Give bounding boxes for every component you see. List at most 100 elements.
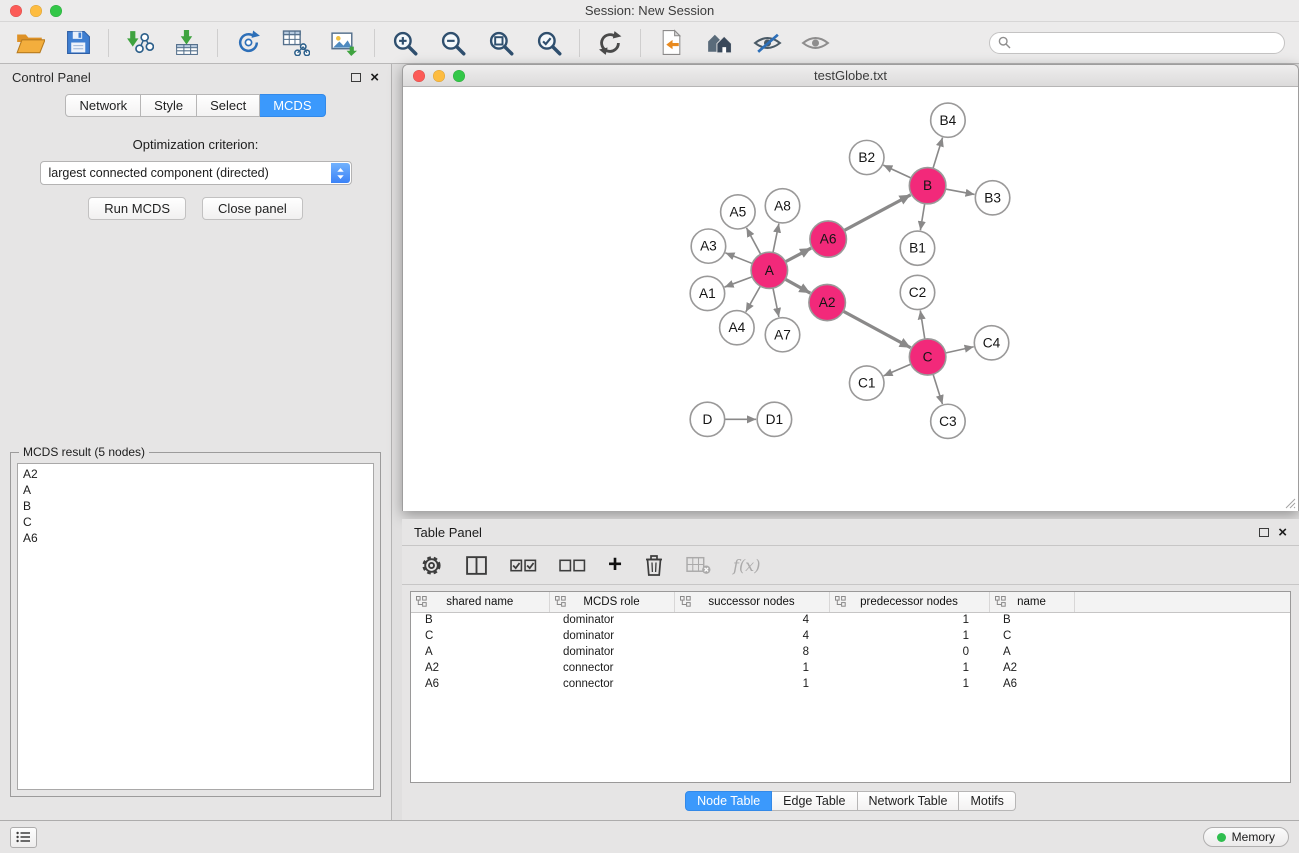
table-cell[interactable]: A6 — [411, 676, 549, 692]
zoom-in-button[interactable] — [389, 27, 421, 59]
save-session-button[interactable] — [62, 27, 94, 59]
search-field[interactable] — [989, 32, 1285, 54]
column-header-name[interactable]: name — [989, 592, 1074, 612]
table-cell[interactable]: A6 — [989, 676, 1074, 692]
table-cell[interactable]: A — [989, 644, 1074, 660]
network-node-A2[interactable]: A2 — [809, 284, 846, 320]
network-node-C3[interactable]: C3 — [931, 404, 966, 438]
network-node-B[interactable]: B — [909, 168, 946, 204]
network-node-B1[interactable]: B1 — [900, 231, 935, 265]
tab-edge-table[interactable]: Edge Table — [772, 791, 857, 811]
panel-menu-button[interactable] — [10, 827, 37, 848]
network-edge[interactable] — [920, 310, 925, 339]
table-row[interactable]: A2connector11A2 — [411, 660, 1290, 676]
network-edge[interactable] — [945, 347, 973, 353]
table-cell[interactable]: dominator — [549, 612, 674, 628]
network-node-C4[interactable]: C4 — [974, 326, 1009, 360]
float-table-panel-button[interactable] — [1259, 528, 1269, 537]
table-cell[interactable]: 8 — [674, 644, 829, 660]
tab-node-table[interactable]: Node Table — [685, 791, 772, 811]
network-node-C1[interactable]: C1 — [849, 366, 884, 400]
tab-network[interactable]: Network — [65, 94, 141, 117]
column-header-shared-name[interactable]: shared name — [411, 592, 549, 612]
open-file-button[interactable] — [14, 27, 46, 59]
network-edge[interactable] — [746, 286, 761, 312]
table-cell[interactable]: A — [411, 644, 549, 660]
table-row[interactable]: Adominator80A — [411, 644, 1290, 660]
network-node-A7[interactable]: A7 — [765, 318, 800, 352]
table-cell[interactable]: 4 — [674, 628, 829, 644]
zoom-selected-button[interactable] — [533, 27, 565, 59]
table-cell[interactable]: 1 — [674, 660, 829, 676]
network-node-C[interactable]: C — [909, 339, 946, 375]
memory-button[interactable]: Memory — [1203, 827, 1289, 847]
import-network-file-button[interactable] — [123, 27, 155, 59]
network-node-B4[interactable]: B4 — [931, 103, 966, 137]
table-settings-button[interactable] — [420, 551, 443, 579]
import-table-file-button[interactable] — [171, 27, 203, 59]
column-header-mcds-role[interactable]: MCDS role — [549, 592, 674, 612]
network-edge[interactable] — [933, 138, 943, 169]
network-edge[interactable] — [883, 165, 911, 178]
column-header-successor-nodes[interactable]: successor nodes — [674, 592, 829, 612]
table-cell[interactable]: 1 — [829, 628, 989, 644]
table-cell[interactable]: C — [989, 628, 1074, 644]
delete-column-button[interactable] — [644, 551, 664, 579]
close-table-panel-button[interactable]: × — [1278, 525, 1287, 540]
result-item[interactable]: A2 — [23, 466, 368, 482]
network-edge[interactable] — [946, 189, 975, 194]
tab-style[interactable]: Style — [141, 94, 197, 117]
result-item[interactable]: A6 — [23, 530, 368, 546]
table-row[interactable]: Cdominator41C — [411, 628, 1290, 644]
table-cell[interactable]: 1 — [829, 660, 989, 676]
session-file-button[interactable] — [655, 27, 687, 59]
deselect-all-button[interactable] — [559, 551, 586, 579]
table-cell[interactable]: 1 — [829, 676, 989, 692]
network-from-table-button[interactable] — [280, 27, 312, 59]
network-edge[interactable] — [773, 224, 779, 253]
table-row[interactable]: Bdominator41B — [411, 612, 1290, 628]
network-edge[interactable] — [746, 228, 760, 254]
table-cell[interactable]: C — [411, 628, 549, 644]
table-cell[interactable]: 0 — [829, 644, 989, 660]
network-edge[interactable] — [785, 248, 811, 262]
network-node-C2[interactable]: C2 — [900, 275, 935, 309]
run-mcds-button[interactable]: Run MCDS — [88, 197, 186, 220]
network-edge[interactable] — [725, 277, 753, 287]
hide-details-button[interactable] — [751, 27, 783, 59]
network-node-B2[interactable]: B2 — [849, 140, 884, 174]
select-all-button[interactable] — [510, 551, 537, 579]
result-item[interactable]: A — [23, 482, 368, 498]
tab-select[interactable]: Select — [197, 94, 260, 117]
delete-table-button[interactable] — [686, 551, 711, 579]
network-edge[interactable] — [883, 364, 910, 376]
new-network-button[interactable] — [232, 27, 264, 59]
close-mcds-panel-button[interactable]: Close panel — [202, 197, 303, 220]
network-node-A6[interactable]: A6 — [810, 221, 847, 257]
network-node-A3[interactable]: A3 — [691, 229, 726, 263]
node-table[interactable]: shared nameMCDS rolesuccessor nodesprede… — [410, 591, 1291, 783]
resize-grip-icon[interactable] — [1284, 497, 1296, 509]
network-node-A[interactable]: A — [751, 252, 788, 288]
network-node-D[interactable]: D — [690, 402, 725, 436]
network-node-A8[interactable]: A8 — [765, 189, 800, 223]
column-header-predecessor-nodes[interactable]: predecessor nodes — [829, 592, 989, 612]
zoom-fit-button[interactable] — [485, 27, 517, 59]
table-cell[interactable]: 1 — [674, 676, 829, 692]
float-panel-button[interactable] — [351, 73, 361, 82]
network-edge[interactable] — [920, 204, 924, 231]
table-row[interactable]: A6connector11A6 — [411, 676, 1290, 692]
result-item[interactable]: C — [23, 514, 368, 530]
table-cell[interactable]: dominator — [549, 644, 674, 660]
close-panel-button[interactable]: × — [370, 70, 379, 85]
tab-motifs[interactable]: Motifs — [959, 791, 1015, 811]
refresh-layout-button[interactable] — [594, 27, 626, 59]
table-cell[interactable]: dominator — [549, 628, 674, 644]
table-cell[interactable]: B — [411, 612, 549, 628]
network-node-D1[interactable]: D1 — [757, 402, 792, 436]
network-edge[interactable] — [773, 288, 779, 317]
table-cell[interactable]: connector — [549, 660, 674, 676]
table-cell[interactable]: A2 — [989, 660, 1074, 676]
function-builder-button[interactable]: f(x) — [733, 551, 760, 579]
first-neighbors-button[interactable] — [703, 27, 735, 59]
